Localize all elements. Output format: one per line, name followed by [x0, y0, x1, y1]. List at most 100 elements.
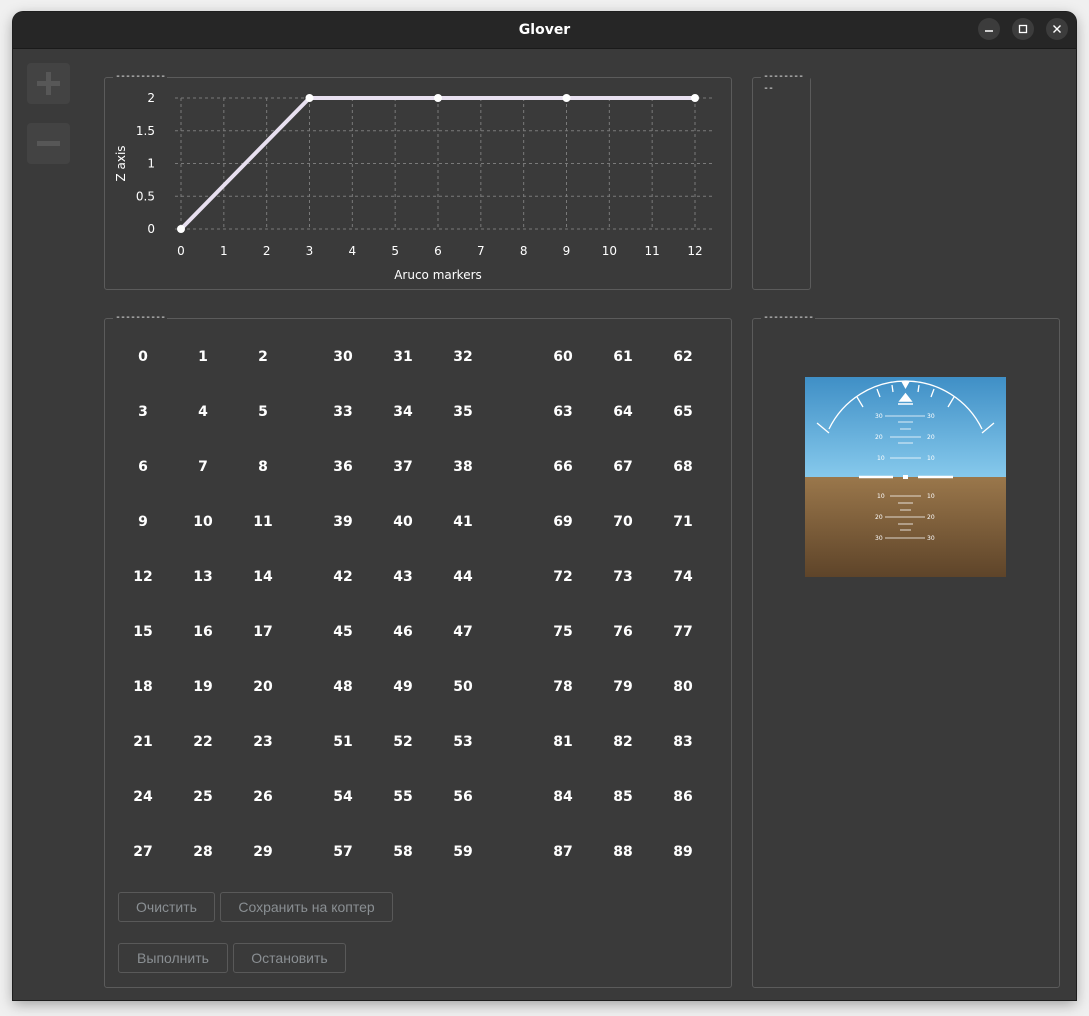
- marker-cell[interactable]: 45: [323, 622, 363, 642]
- marker-cell[interactable]: 82: [603, 732, 643, 752]
- marker-cell[interactable]: 7: [183, 457, 223, 477]
- marker-cell[interactable]: 6: [123, 457, 163, 477]
- marker-cell[interactable]: 31: [383, 347, 423, 367]
- marker-cell[interactable]: 61: [603, 347, 643, 367]
- marker-cell[interactable]: 44: [443, 567, 483, 587]
- marker-cell[interactable]: 36: [323, 457, 363, 477]
- clear-button[interactable]: Очистить: [118, 892, 215, 922]
- marker-cell[interactable]: 46: [383, 622, 423, 642]
- save-to-copter-button[interactable]: Сохранить на коптер: [220, 892, 393, 922]
- marker-cell[interactable]: 80: [663, 677, 703, 697]
- marker-cell[interactable]: 70: [603, 512, 643, 532]
- marker-cell[interactable]: 13: [183, 567, 223, 587]
- marker-cell[interactable]: 16: [183, 622, 223, 642]
- marker-cell[interactable]: 5: [243, 402, 283, 422]
- marker-cell[interactable]: 43: [383, 567, 423, 587]
- marker-cell[interactable]: 89: [663, 842, 703, 862]
- marker-cell[interactable]: 72: [543, 567, 583, 587]
- add-marker-button[interactable]: [27, 63, 70, 104]
- marker-cell[interactable]: 21: [123, 732, 163, 752]
- pitch-label: 30: [875, 535, 883, 542]
- marker-cell[interactable]: 62: [663, 347, 703, 367]
- marker-cell[interactable]: 76: [603, 622, 643, 642]
- marker-cell[interactable]: 77: [663, 622, 703, 642]
- marker-cell[interactable]: 74: [663, 567, 703, 587]
- marker-cell[interactable]: 49: [383, 677, 423, 697]
- marker-cell[interactable]: 78: [543, 677, 583, 697]
- marker-cell[interactable]: 27: [123, 842, 163, 862]
- marker-cell[interactable]: 50: [443, 677, 483, 697]
- marker-cell[interactable]: 48: [323, 677, 363, 697]
- marker-cell[interactable]: 68: [663, 457, 703, 477]
- marker-cell[interactable]: 66: [543, 457, 583, 477]
- marker-cell[interactable]: 14: [243, 567, 283, 587]
- marker-cell[interactable]: 30: [323, 347, 363, 367]
- marker-cell[interactable]: 60: [543, 347, 583, 367]
- marker-cell[interactable]: 42: [323, 567, 363, 587]
- marker-cell[interactable]: 65: [663, 402, 703, 422]
- marker-cell[interactable]: 8: [243, 457, 283, 477]
- marker-cell[interactable]: 83: [663, 732, 703, 752]
- run-button[interactable]: Выполнить: [118, 943, 228, 973]
- marker-cell[interactable]: 81: [543, 732, 583, 752]
- marker-cell[interactable]: 18: [123, 677, 163, 697]
- marker-cell[interactable]: 11: [243, 512, 283, 532]
- marker-cell[interactable]: 84: [543, 787, 583, 807]
- marker-cell[interactable]: 19: [183, 677, 223, 697]
- marker-cell[interactable]: 2: [243, 347, 283, 367]
- marker-cell[interactable]: 56: [443, 787, 483, 807]
- marker-cell[interactable]: 4: [183, 402, 223, 422]
- marker-cell[interactable]: 34: [383, 402, 423, 422]
- marker-cell[interactable]: 64: [603, 402, 643, 422]
- marker-cell[interactable]: 38: [443, 457, 483, 477]
- marker-cell[interactable]: 87: [543, 842, 583, 862]
- marker-cell[interactable]: 41: [443, 512, 483, 532]
- marker-cell[interactable]: 57: [323, 842, 363, 862]
- marker-cell[interactable]: 28: [183, 842, 223, 862]
- marker-cell[interactable]: 0: [123, 347, 163, 367]
- marker-cell[interactable]: 1: [183, 347, 223, 367]
- marker-cell[interactable]: 51: [323, 732, 363, 752]
- marker-cell[interactable]: 24: [123, 787, 163, 807]
- marker-cell[interactable]: 58: [383, 842, 423, 862]
- marker-cell[interactable]: 33: [323, 402, 363, 422]
- marker-cell[interactable]: 75: [543, 622, 583, 642]
- marker-cell[interactable]: 67: [603, 457, 643, 477]
- marker-cell[interactable]: 26: [243, 787, 283, 807]
- marker-cell[interactable]: 79: [603, 677, 643, 697]
- marker-cell[interactable]: 39: [323, 512, 363, 532]
- marker-cell[interactable]: 71: [663, 512, 703, 532]
- marker-cell[interactable]: 59: [443, 842, 483, 862]
- stop-button[interactable]: Остановить: [233, 943, 346, 973]
- marker-cell[interactable]: 40: [383, 512, 423, 532]
- marker-cell[interactable]: 22: [183, 732, 223, 752]
- marker-cell[interactable]: 3: [123, 402, 163, 422]
- marker-cell[interactable]: 52: [383, 732, 423, 752]
- marker-cell[interactable]: 37: [383, 457, 423, 477]
- marker-cell[interactable]: 15: [123, 622, 163, 642]
- marker-cell[interactable]: 53: [443, 732, 483, 752]
- marker-cell[interactable]: 86: [663, 787, 703, 807]
- close-button[interactable]: [1046, 18, 1068, 40]
- marker-cell[interactable]: 20: [243, 677, 283, 697]
- marker-cell[interactable]: 17: [243, 622, 283, 642]
- marker-cell[interactable]: 69: [543, 512, 583, 532]
- marker-cell[interactable]: 88: [603, 842, 643, 862]
- marker-cell[interactable]: 29: [243, 842, 283, 862]
- marker-cell[interactable]: 12: [123, 567, 163, 587]
- marker-cell[interactable]: 23: [243, 732, 283, 752]
- marker-cell[interactable]: 32: [443, 347, 483, 367]
- marker-cell[interactable]: 35: [443, 402, 483, 422]
- marker-cell[interactable]: 54: [323, 787, 363, 807]
- marker-cell[interactable]: 55: [383, 787, 423, 807]
- marker-cell[interactable]: 25: [183, 787, 223, 807]
- minimize-button[interactable]: [978, 18, 1000, 40]
- marker-cell[interactable]: 47: [443, 622, 483, 642]
- remove-marker-button[interactable]: [27, 123, 70, 164]
- marker-cell[interactable]: 10: [183, 512, 223, 532]
- marker-cell[interactable]: 63: [543, 402, 583, 422]
- maximize-button[interactable]: [1012, 18, 1034, 40]
- marker-cell[interactable]: 85: [603, 787, 643, 807]
- marker-cell[interactable]: 73: [603, 567, 643, 587]
- marker-cell[interactable]: 9: [123, 512, 163, 532]
